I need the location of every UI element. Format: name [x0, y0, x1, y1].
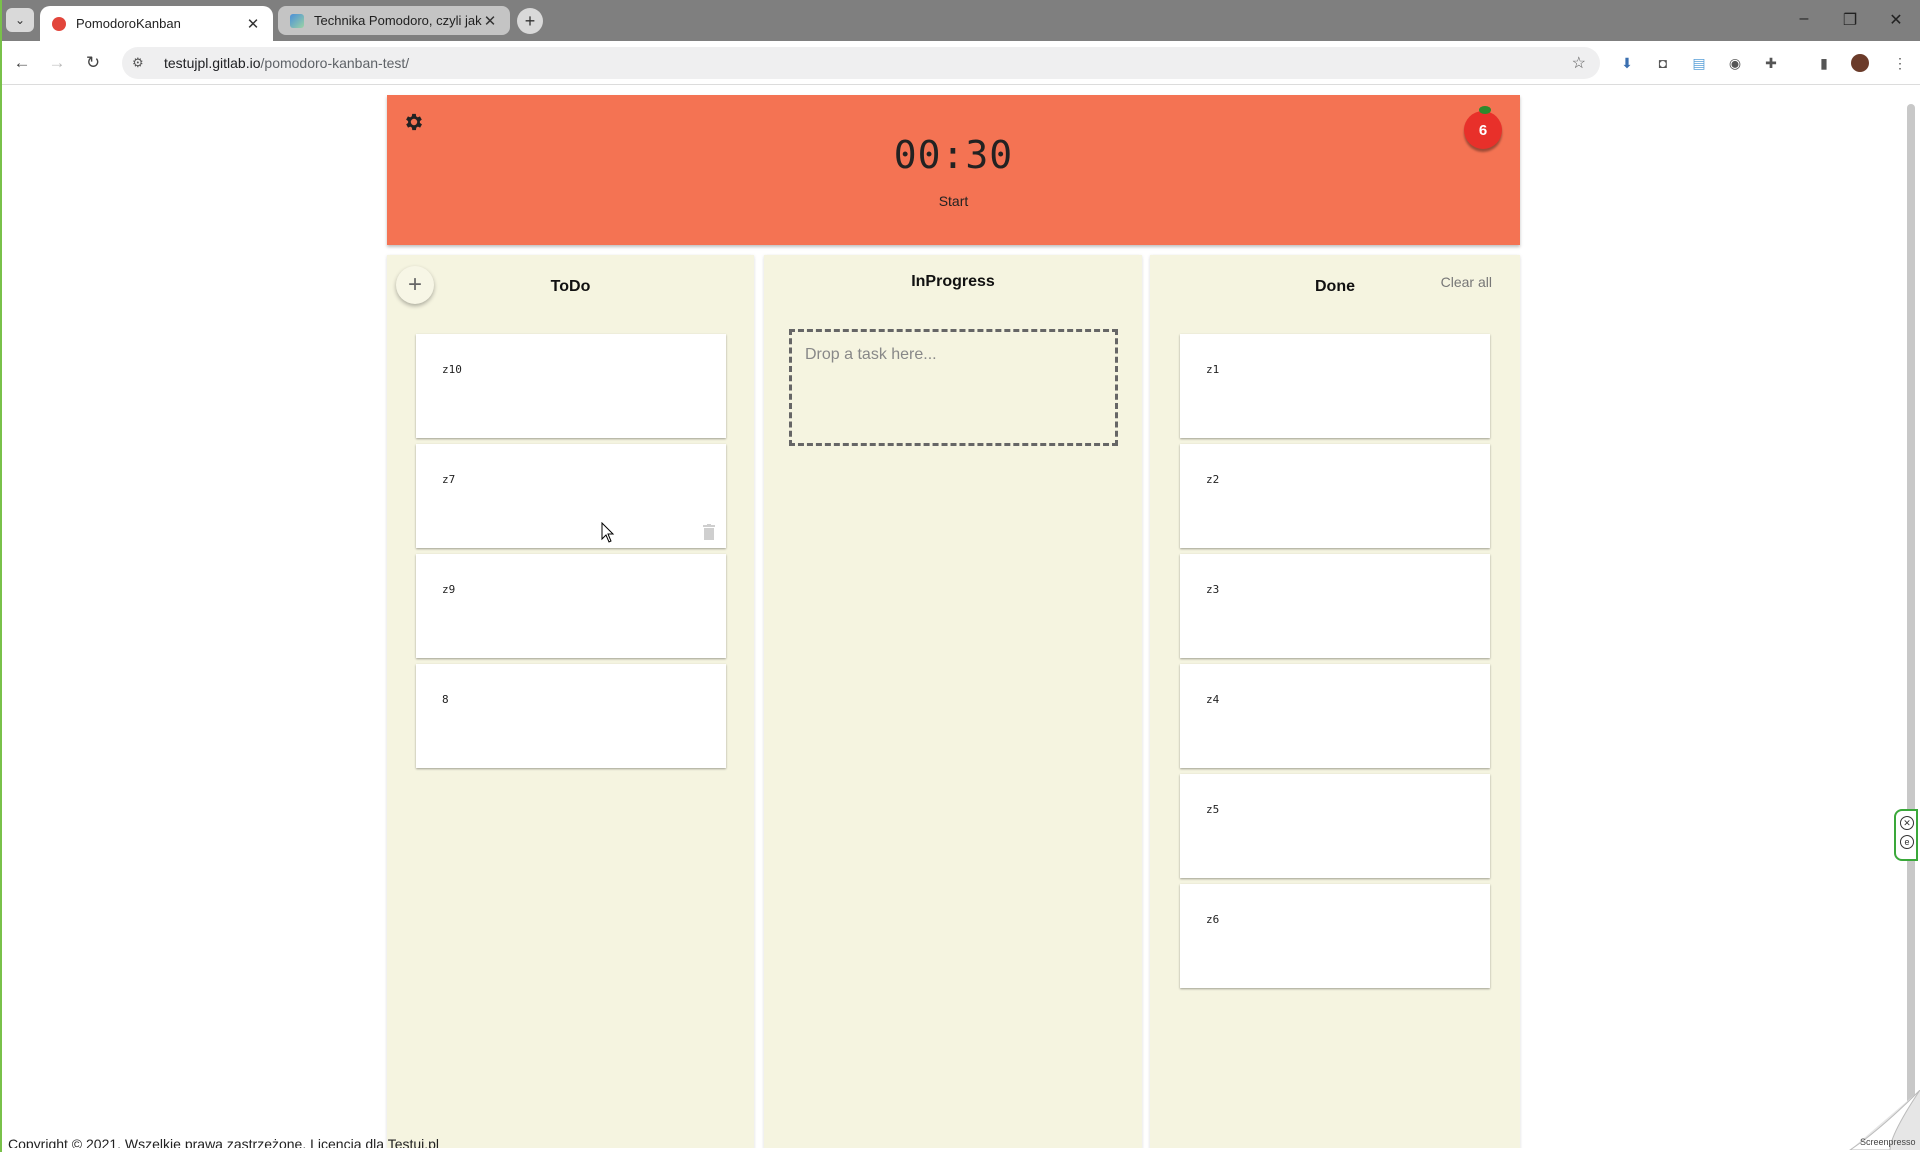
- mouse-cursor-icon: [601, 522, 615, 543]
- page-curl-watermark: Screenpresso: [1849, 1090, 1920, 1150]
- task-text: z4: [1206, 693, 1220, 706]
- e-icon[interactable]: e: [1900, 835, 1914, 849]
- avatar[interactable]: [1850, 53, 1870, 73]
- forward-icon[interactable]: →: [45, 51, 69, 75]
- timer-panel: 00:30 Start 6: [387, 95, 1520, 245]
- side-panel-icon[interactable]: ▮: [1814, 53, 1834, 73]
- browser-toolbar: ← → ↻ ⚙ testujpl.gitlab.io/pomodoro-kanb…: [0, 41, 1920, 85]
- trash-icon[interactable]: [702, 524, 716, 540]
- close-icon[interactable]: ✕: [482, 12, 498, 30]
- tomato-leaf-icon: [1479, 106, 1491, 114]
- tab-technika-pomodoro[interactable]: Technika Pomodoro, czyli jak c ✕: [278, 6, 510, 35]
- task-text: z3: [1206, 583, 1220, 596]
- pomodoro-kanban-page: 00:30 Start 6 + ToDo z10 z7 z9 8 InProgr…: [2, 86, 1916, 1148]
- url-path: /pomodoro-kanban-test/: [260, 55, 410, 71]
- close-icon[interactable]: ✕: [245, 15, 261, 33]
- new-tab-button[interactable]: +: [517, 8, 543, 34]
- browser-tab-bar: ⌄ PomodoroKanban ✕ Technika Pomodoro, cz…: [0, 0, 1920, 41]
- done-column: Done Clear all z1 z2 z3 z4 z5 z6: [1150, 255, 1520, 1148]
- tab-title: PomodoroKanban: [76, 16, 181, 31]
- task-text: z9: [442, 583, 456, 596]
- task-card[interactable]: z7: [416, 444, 726, 548]
- inprogress-title: InProgress: [911, 273, 995, 290]
- timer-display: 00:30: [893, 133, 1014, 177]
- close-icon[interactable]: ✕: [1900, 816, 1914, 830]
- task-card[interactable]: z1: [1180, 334, 1490, 438]
- todo-title: ToDo: [550, 278, 591, 295]
- task-text: z7: [442, 473, 456, 486]
- site-info-icon[interactable]: ⚙: [132, 55, 150, 71]
- start-button[interactable]: Start: [387, 193, 1520, 209]
- url-text[interactable]: testujpl.gitlab.io/pomodoro-kanban-test/: [164, 55, 409, 71]
- reload-icon[interactable]: ↻: [81, 51, 105, 75]
- drop-placeholder: Drop a task here...: [805, 346, 937, 363]
- inprogress-column: InProgress Drop a task here...: [764, 255, 1142, 1148]
- tab-title: Technika Pomodoro, czyli jak c: [314, 13, 482, 28]
- task-text: z5: [1206, 803, 1220, 816]
- task-card[interactable]: z2: [1180, 444, 1490, 548]
- watermark-text: Screenpresso: [1860, 1137, 1916, 1147]
- camera-extension-icon[interactable]: ◘: [1653, 53, 1673, 73]
- task-text: 8: [442, 693, 449, 706]
- task-card[interactable]: z6: [1180, 884, 1490, 988]
- tomato-favicon-icon: [52, 16, 66, 31]
- chevron-down-icon: ⌄: [14, 13, 26, 27]
- tab-search-button[interactable]: ⌄: [6, 8, 34, 32]
- task-text: z2: [1206, 473, 1220, 486]
- todo-column: + ToDo z10 z7 z9 8: [387, 255, 754, 1148]
- site-favicon-icon: [290, 13, 304, 28]
- back-icon[interactable]: ←: [10, 51, 34, 75]
- address-bar[interactable]: ⚙ testujpl.gitlab.io/pomodoro-kanban-tes…: [122, 47, 1600, 79]
- clear-all-button[interactable]: Clear all: [1441, 274, 1492, 290]
- download-extension-icon[interactable]: ⬇: [1617, 53, 1637, 73]
- task-card[interactable]: z9: [416, 554, 726, 658]
- task-text: z10: [442, 363, 462, 376]
- browser-menu-icon[interactable]: ⋮: [1890, 53, 1910, 73]
- task-card[interactable]: z5: [1180, 774, 1490, 878]
- accessibility-extension-icon[interactable]: ◉: [1725, 53, 1745, 73]
- task-text: z6: [1206, 913, 1220, 926]
- pomodoro-counter-badge: 6: [1464, 106, 1502, 149]
- footer-copyright: Copyright © 2021. Wszelkie prawa zastrze…: [8, 1136, 440, 1148]
- pomodoro-count: 6: [1478, 121, 1488, 139]
- clipboard-extension-icon[interactable]: ▤: [1689, 53, 1709, 73]
- drop-zone[interactable]: Drop a task here...: [789, 329, 1118, 446]
- close-window-button[interactable]: ✕: [1886, 10, 1906, 30]
- minimize-button[interactable]: –: [1794, 10, 1814, 28]
- bookmark-star-icon[interactable]: ☆: [1572, 53, 1586, 73]
- task-card[interactable]: z4: [1180, 664, 1490, 768]
- task-card[interactable]: z10: [416, 334, 726, 438]
- task-text: z1: [1206, 363, 1220, 376]
- task-card[interactable]: 8: [416, 664, 726, 768]
- tab-pomodorokanban[interactable]: PomodoroKanban ✕: [40, 6, 273, 41]
- page-scrollbar[interactable]: [1907, 104, 1915, 1114]
- task-card[interactable]: z3: [1180, 554, 1490, 658]
- restore-button[interactable]: ❐: [1840, 10, 1860, 30]
- url-host: testujpl.gitlab.io: [164, 55, 261, 71]
- extensions-puzzle-icon[interactable]: ✚: [1761, 53, 1781, 73]
- gear-icon: [406, 113, 422, 131]
- side-floating-widget[interactable]: ✕ e: [1894, 809, 1918, 861]
